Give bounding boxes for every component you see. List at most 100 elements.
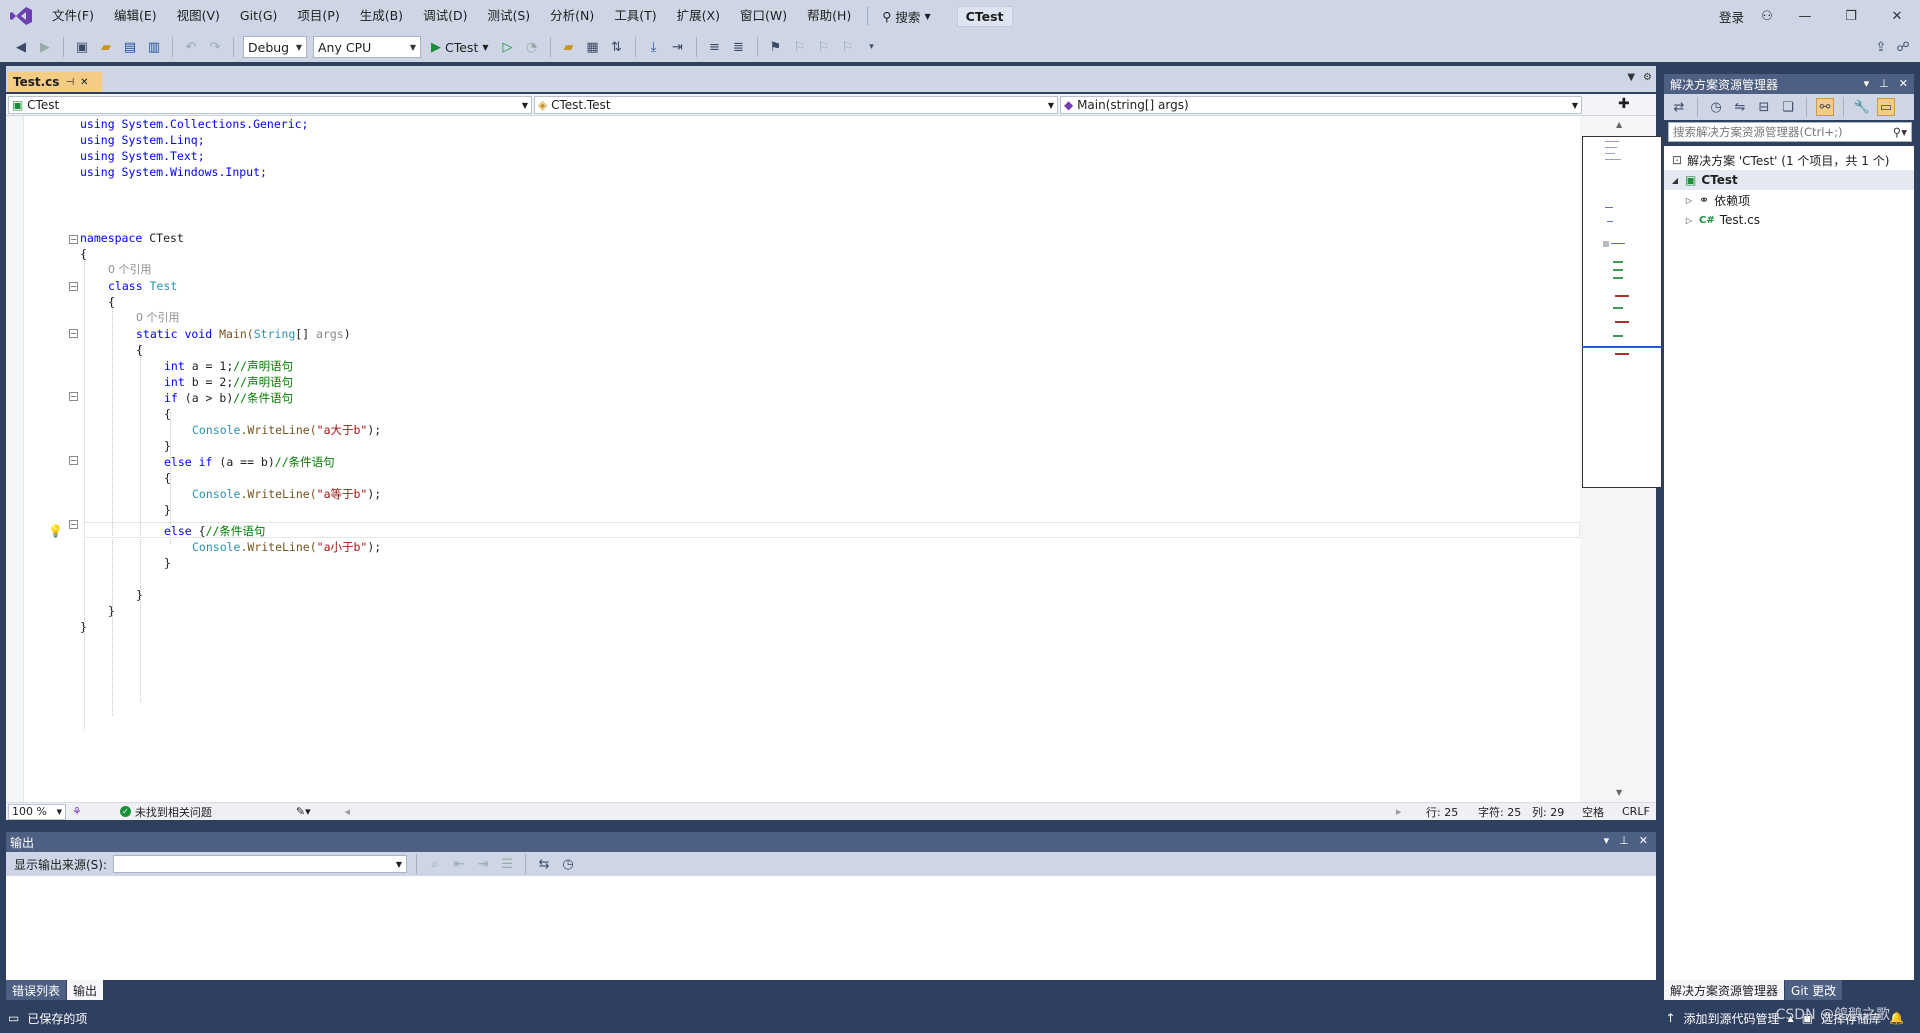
menu-project[interactable]: 项目(P) xyxy=(287,0,349,32)
minimize-icon[interactable]: — xyxy=(1782,0,1828,32)
save-icon[interactable]: ▤ xyxy=(121,38,139,56)
whitespace-indicator[interactable]: 空格 xyxy=(1582,804,1604,820)
step-over-icon[interactable]: ⇥ xyxy=(669,38,687,56)
format-icon[interactable]: ⇅ xyxy=(608,38,626,56)
step-into-icon[interactable]: ⤓ xyxy=(645,38,663,56)
toolbar-overflow-icon[interactable]: ▾ xyxy=(863,38,881,56)
word-wrap-icon[interactable]: ⇆ xyxy=(535,855,553,873)
browse-folder-icon[interactable]: ▰ xyxy=(560,38,578,56)
tree-item-file[interactable]: ▷ C# Test.cs xyxy=(1664,210,1914,230)
platform-select[interactable]: Any CPU ▼ xyxy=(313,36,421,58)
search-button[interactable]: ⚲ 搜索 ▼ xyxy=(874,0,938,32)
code-lens-references[interactable]: 0 个引用 xyxy=(136,310,180,326)
tab-solution-explorer[interactable]: 解决方案资源管理器 xyxy=(1664,980,1785,1000)
vertical-scrollbar-map[interactable]: ▲ ▼ xyxy=(1580,116,1662,802)
preview-icon[interactable]: ⚯ xyxy=(1816,98,1834,116)
chevron-down-icon[interactable]: ▾ xyxy=(1864,77,1870,90)
menu-view[interactable]: 视图(V) xyxy=(167,0,230,32)
scroll-down-icon[interactable]: ▼ xyxy=(1616,788,1622,797)
tab-test-cs[interactable]: Test.cs ⊣ ✕ xyxy=(8,72,102,92)
pin-icon[interactable]: ⊣ xyxy=(65,77,74,88)
project-nav-select[interactable]: ▣ CTest ▼ xyxy=(8,96,532,114)
scroll-left-icon[interactable]: ◀ xyxy=(345,808,350,816)
add-source-control-button[interactable]: 添加到源代码管理 xyxy=(1684,1010,1780,1027)
menu-build[interactable]: 生成(B) xyxy=(350,0,413,32)
tab-output[interactable]: 输出 xyxy=(67,980,104,1000)
code-editor[interactable]: 💡 − − − − − − using System.Collections.G… xyxy=(6,116,1580,802)
menu-window[interactable]: 窗口(W) xyxy=(730,0,797,32)
menu-help[interactable]: 帮助(H) xyxy=(797,0,861,32)
tab-error-list[interactable]: 错误列表 xyxy=(6,980,67,1000)
menu-tools[interactable]: 工具(T) xyxy=(604,0,666,32)
pin-icon[interactable]: ⊥ xyxy=(1879,77,1889,90)
close-icon[interactable]: ✕ xyxy=(1639,834,1648,847)
pending-changes-icon[interactable]: ◷ xyxy=(1707,98,1725,116)
output-text-area[interactable] xyxy=(6,876,1656,980)
account-icon[interactable]: ⚇ xyxy=(1752,0,1782,32)
switch-views-icon[interactable]: ⇄ xyxy=(1670,98,1688,116)
login-button[interactable]: 登录 xyxy=(1711,7,1752,26)
show-all-files-icon[interactable]: ❏ xyxy=(1779,98,1797,116)
scroll-map-viewport[interactable] xyxy=(1582,136,1662,488)
fold-namespace-icon[interactable]: − xyxy=(69,235,78,244)
save-all-icon[interactable]: ▥ xyxy=(145,38,163,56)
prev-bookmark-icon[interactable]: ⚐ xyxy=(791,38,809,56)
feedback-icon[interactable]: ☍ xyxy=(1894,38,1912,56)
start-without-debugging-icon[interactable]: ▷ xyxy=(499,38,517,56)
preview-selected-icon[interactable]: ▭ xyxy=(1877,98,1895,116)
collapsed-triangle-icon[interactable]: ▷ xyxy=(1684,216,1694,225)
live-share-icon[interactable]: ⇪ xyxy=(1872,38,1890,56)
tab-git-changes[interactable]: Git 更改 xyxy=(1785,980,1843,1000)
clear-bookmarks-icon[interactable]: ⚐ xyxy=(839,38,857,56)
uncomment-icon[interactable]: ≣ xyxy=(730,38,748,56)
open-folder-icon[interactable]: ▰ xyxy=(97,38,115,56)
collapsed-triangle-icon[interactable]: ▷ xyxy=(1684,196,1694,205)
bell-icon[interactable]: 🔔 xyxy=(1889,1011,1904,1025)
close-icon[interactable]: ✕ xyxy=(80,77,88,88)
tree-item-project[interactable]: ◢ ▣ CTest xyxy=(1664,170,1914,190)
undo-icon[interactable]: ↶ xyxy=(182,38,200,56)
tree-item-dependencies[interactable]: ▷ ⚭ 依赖项 xyxy=(1664,190,1914,210)
gear-icon[interactable]: ⚙ xyxy=(1643,72,1652,83)
line-ending-indicator[interactable]: CRLF xyxy=(1622,805,1650,818)
back-icon[interactable]: ◀ xyxy=(12,38,30,56)
issues-indicator[interactable]: ✓ 未找到相关问题 xyxy=(119,804,212,820)
intellicode-icon[interactable]: ⚘ xyxy=(72,805,82,818)
collapse-all-icon[interactable]: ⊟ xyxy=(1755,98,1773,116)
type-nav-select[interactable]: ◈ CTest.Test ▼ xyxy=(534,96,1058,114)
expanded-triangle-icon[interactable]: ◢ xyxy=(1670,176,1680,185)
comment-icon[interactable]: ≡ xyxy=(706,38,724,56)
zoom-select[interactable]: 100 % ▼ xyxy=(8,803,66,820)
start-debugging-button[interactable]: ▶ CTest ▼ xyxy=(427,40,493,55)
window-layout-icon[interactable]: ▦ xyxy=(584,38,602,56)
chevron-down-icon[interactable]: ▾ xyxy=(1604,834,1610,847)
menu-test[interactable]: 测试(S) xyxy=(477,0,540,32)
sync-icon[interactable]: ⇋ xyxy=(1731,98,1749,116)
lightbulb-icon[interactable]: 💡 xyxy=(48,524,63,538)
bookmark-icon[interactable]: ⚑ xyxy=(767,38,785,56)
fold-if-icon[interactable]: − xyxy=(69,392,78,401)
scroll-up-icon[interactable]: ▲ xyxy=(1616,120,1622,129)
menu-file[interactable]: 文件(F) xyxy=(42,0,104,32)
code-cleanup-icon[interactable]: ✎▾ xyxy=(296,805,311,818)
output-source-select[interactable]: ▼ xyxy=(113,855,408,873)
new-project-icon[interactable]: ▣ xyxy=(73,38,91,56)
prev-message-icon[interactable]: ⇤ xyxy=(450,855,468,873)
split-editor-icon[interactable]: ✚ xyxy=(1618,96,1630,112)
menu-debug[interactable]: 调试(D) xyxy=(413,0,477,32)
restore-icon[interactable]: ❐ xyxy=(1828,0,1874,32)
fold-else-icon[interactable]: − xyxy=(69,520,78,529)
column-indicator[interactable]: 列: 29 xyxy=(1532,804,1564,820)
pin-icon[interactable]: ⊥ xyxy=(1619,834,1629,847)
fold-elseif-icon[interactable]: − xyxy=(69,456,78,465)
member-nav-select[interactable]: ◆ Main(string[] args) ▼ xyxy=(1060,96,1582,114)
menu-extensions[interactable]: 扩展(X) xyxy=(667,0,730,32)
properties-icon[interactable]: 🔧 xyxy=(1853,98,1871,116)
solution-explorer-search-input[interactable]: 搜索解决方案资源管理器(Ctrl+;) ⚲▾ xyxy=(1668,122,1912,142)
tab-dropdown-icon[interactable]: ▼ xyxy=(1627,72,1635,83)
find-message-icon[interactable]: ⌕ xyxy=(426,855,444,873)
char-indicator[interactable]: 字符: 25 xyxy=(1478,804,1521,820)
menu-analyze[interactable]: 分析(N) xyxy=(540,0,604,32)
menu-git[interactable]: Git(G) xyxy=(230,0,288,32)
configuration-select[interactable]: Debug ▼ xyxy=(243,36,307,58)
